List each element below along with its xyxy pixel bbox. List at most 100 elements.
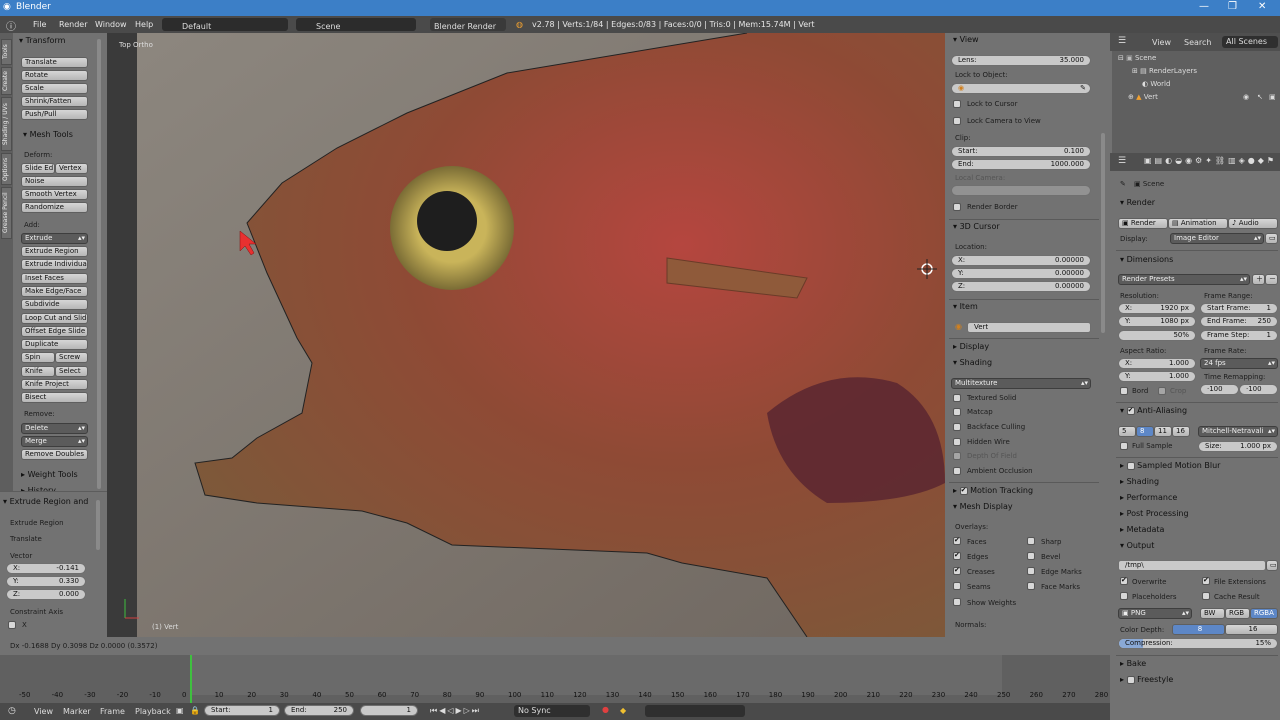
output-path-field[interactable]: /tmp\ xyxy=(1118,560,1266,571)
cache-result-checkbox[interactable] xyxy=(1202,592,1210,600)
duplicate-button[interactable]: Duplicate xyxy=(21,339,88,350)
render-window-toggle[interactable]: ▭ xyxy=(1265,233,1278,244)
timeline-start-field[interactable]: Start: 1 xyxy=(204,705,280,716)
motion-tracking-checkbox[interactable] xyxy=(959,486,968,495)
file-format-dropdown[interactable]: ▣ PNG ▴▾ xyxy=(1118,608,1192,619)
keying-set-field[interactable] xyxy=(645,705,745,717)
menu-window[interactable]: Window xyxy=(95,20,127,29)
display-dropdown[interactable]: Image Editor ▴▾ xyxy=(1170,233,1264,244)
scene-selector[interactable]: Scene xyxy=(296,18,416,31)
cursor-y-field[interactable]: Y: 0.00000 xyxy=(951,268,1091,279)
tab-tools[interactable]: Tools xyxy=(1,39,12,65)
bisect-button[interactable]: Bisect xyxy=(21,392,88,403)
maximize-icon[interactable]: ❐ xyxy=(1228,1,1237,12)
mesh-tools-header[interactable]: ▾ Mesh Tools xyxy=(23,130,73,139)
frame-step-field[interactable]: Frame Step: 1 xyxy=(1200,330,1278,341)
randomize-button[interactable]: Randomize xyxy=(21,202,88,213)
translate-button[interactable]: Translate xyxy=(21,57,88,68)
metadata-header[interactable]: ▸ Metadata xyxy=(1120,525,1164,534)
clip-start-field[interactable]: Start: 0.100 xyxy=(951,146,1091,157)
animation-button[interactable]: ▤ Animation xyxy=(1168,218,1228,229)
remap-new-field[interactable]: ·100 xyxy=(1239,384,1278,395)
preview-range-icon[interactable]: ▣ xyxy=(176,706,184,715)
playback-controls-icons[interactable]: ⏮◀◁▶▷⏭ xyxy=(430,706,481,716)
bake-panel-header[interactable]: ▸ Bake xyxy=(1120,659,1146,668)
menu-file[interactable]: File xyxy=(33,20,46,29)
timeline[interactable]: -50 -40 -30 -20 -10 0 10 20 30 40 50 60 70 80 90 100 110… xyxy=(0,655,1110,703)
matcap-checkbox[interactable] xyxy=(953,408,961,416)
shrink-fatten-button[interactable]: Shrink/Fatten xyxy=(21,96,88,107)
outliner-menu-view[interactable]: View xyxy=(1152,38,1171,47)
overwrite-checkbox[interactable] xyxy=(1120,576,1128,585)
aa-samples-11[interactable]: 11 xyxy=(1154,426,1172,437)
smooth-vertex-button[interactable]: Smooth Vertex xyxy=(21,189,88,200)
audio-button[interactable]: ♪ Audio xyxy=(1228,218,1278,229)
tab-create[interactable]: Create xyxy=(1,67,12,95)
close-icon[interactable]: ✕ xyxy=(1258,1,1266,12)
remove-preset-button[interactable]: － xyxy=(1265,274,1278,285)
aa-samples-16[interactable]: 16 xyxy=(1172,426,1190,437)
weight-tools-header[interactable]: ▸ Weight Tools xyxy=(21,470,78,479)
shading-mode-dropdown[interactable]: Multitexture ▴▾ xyxy=(951,378,1091,389)
timeline-editor-icon[interactable]: ◷ xyxy=(8,706,16,716)
offset-edge-slide-button[interactable]: Offset Edge Slide xyxy=(21,326,88,337)
current-frame-field[interactable]: 1 xyxy=(360,705,418,716)
depth-16-button[interactable]: 16 xyxy=(1225,624,1278,635)
sync-dropdown[interactable]: No Sync xyxy=(514,705,590,717)
timeline-menu-marker[interactable]: Marker xyxy=(63,707,91,716)
push-pull-button[interactable]: Push/Pull xyxy=(21,109,88,120)
knife-select-button[interactable]: Select xyxy=(55,366,88,377)
render-engine-selector[interactable]: Blender Render xyxy=(430,18,506,31)
aspect-y-field[interactable]: Y: 1.000 xyxy=(1118,371,1196,382)
shading-panel-header[interactable]: ▸ Shading xyxy=(1120,477,1159,486)
ao-checkbox[interactable] xyxy=(953,467,961,475)
file-ext-checkbox[interactable] xyxy=(1202,576,1210,585)
res-percent-field[interactable]: 50% xyxy=(1118,330,1196,341)
knife-project-button[interactable]: Knife Project xyxy=(21,379,88,390)
visibility-eye-icon[interactable]: ◉ xyxy=(1243,93,1249,101)
loop-cut-slide-button[interactable]: Loop Cut and Slide xyxy=(21,313,88,324)
start-frame-field[interactable]: Start Frame: 1 xyxy=(1200,303,1278,314)
delete-dropdown[interactable]: Delete ▴▾ xyxy=(21,423,88,434)
outliner-editor-icon[interactable]: ☰ xyxy=(1118,36,1126,46)
performance-panel-header[interactable]: ▸ Performance xyxy=(1120,493,1177,502)
tab-shading-uvs[interactable]: Shading / UVs xyxy=(1,97,12,151)
lens-field[interactable]: Lens: 35.000 xyxy=(951,55,1091,66)
slide-edge-button[interactable]: Slide Ed xyxy=(21,163,55,174)
backface-checkbox[interactable] xyxy=(953,423,961,431)
transform-header[interactable]: ▾ Transform xyxy=(19,36,65,45)
bevel-checkbox[interactable] xyxy=(1027,552,1035,560)
aa-samples-8[interactable]: 8 xyxy=(1136,426,1154,437)
render-button[interactable]: ▣ Render xyxy=(1118,218,1168,229)
aspect-x-field[interactable]: X: 1.000 xyxy=(1118,358,1196,369)
subdivide-button[interactable]: Subdivide xyxy=(21,299,88,310)
vertex-slide-button[interactable]: Vertex xyxy=(55,163,88,174)
color-rgba-button[interactable]: RGBA xyxy=(1250,608,1278,619)
item-panel-header[interactable]: ▾ Item xyxy=(953,302,978,311)
depth-8-button[interactable]: 8 xyxy=(1172,624,1225,635)
merge-dropdown[interactable]: Merge ▴▾ xyxy=(21,436,88,447)
timeline-menu-frame[interactable]: Frame xyxy=(100,707,125,716)
outliner-item-renderlayers[interactable]: ⊞ ▤ RenderLayers xyxy=(1132,67,1197,75)
aa-filter-dropdown[interactable]: Mitchell-Netravali ▴▾ xyxy=(1198,426,1278,437)
edges-checkbox[interactable] xyxy=(953,551,961,560)
operator-scrollbar[interactable] xyxy=(96,500,100,550)
freestyle-checkbox[interactable] xyxy=(1126,675,1135,684)
display-panel-header[interactable]: ▸ Display xyxy=(953,342,989,351)
eyedropper-icon[interactable]: ✎ xyxy=(1080,84,1086,93)
cursor-z-field[interactable]: Z: 0.00000 xyxy=(951,281,1091,292)
inset-faces-button[interactable]: Inset Faces xyxy=(21,273,88,284)
motion-blur-header[interactable]: ▸ Sampled Motion Blur xyxy=(1120,461,1220,470)
noise-button[interactable]: Noise xyxy=(21,176,88,187)
full-sample-checkbox[interactable] xyxy=(1120,442,1128,450)
clip-end-field[interactable]: End: 1000.000 xyxy=(951,159,1091,170)
vector-x-field[interactable]: X: -0.141 xyxy=(6,563,86,574)
extrude-region-button[interactable]: Extrude Region xyxy=(21,246,88,257)
tab-options[interactable]: Options xyxy=(1,153,12,185)
frame-rate-dropdown[interactable]: 24 fps ▴▾ xyxy=(1200,358,1278,369)
creases-checkbox[interactable] xyxy=(953,566,961,575)
pin-icon[interactable]: ✎ xyxy=(1120,180,1126,188)
selectability-arrow-icon[interactable]: ↖ xyxy=(1257,93,1263,101)
add-preset-button[interactable]: ＋ xyxy=(1252,274,1265,285)
lock-cursor-checkbox[interactable] xyxy=(953,100,961,108)
